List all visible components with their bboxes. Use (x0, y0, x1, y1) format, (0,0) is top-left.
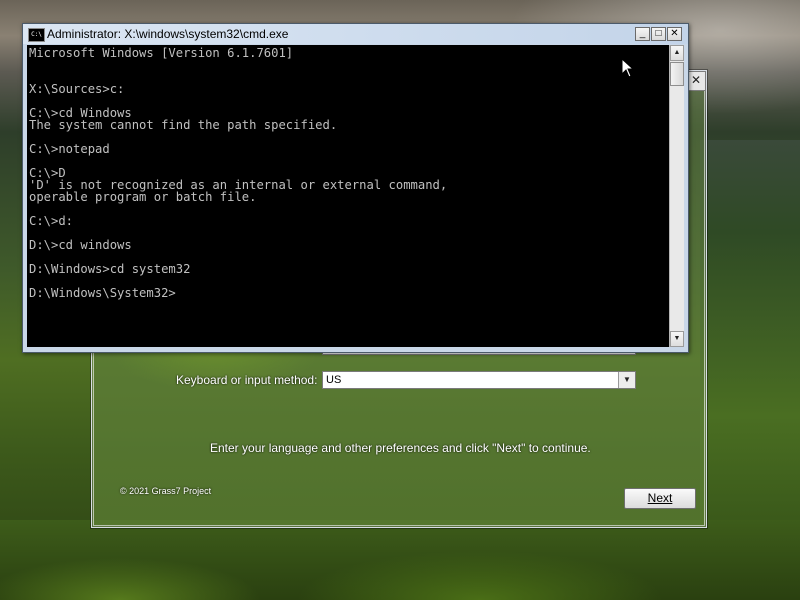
setup-close-button[interactable]: ✕ (686, 71, 706, 91)
console-line: D:\>cd windows (29, 238, 132, 252)
keyboard-select[interactable]: US ▼ (322, 371, 636, 389)
console-line: operable program or batch file. (29, 190, 257, 204)
background-forest (0, 520, 800, 600)
cmd-window[interactable]: C:\ Administrator: X:\windows\system32\c… (22, 23, 689, 353)
console-text: Microsoft Windows [Version 6.1.7601] X:\… (27, 45, 669, 299)
close-button[interactable]: ✕ (667, 27, 682, 41)
console-line: X:\Sources>c: (29, 82, 125, 96)
console-line: C:\>d: (29, 214, 74, 228)
next-button[interactable]: Next (624, 488, 696, 509)
vertical-scrollbar[interactable]: ▲ ▼ (669, 45, 684, 347)
console-line: C:\>notepad (29, 142, 110, 156)
minimize-button[interactable]: _ (635, 27, 650, 41)
keyboard-label: Keyboard or input method: (176, 373, 318, 387)
scroll-thumb[interactable] (670, 62, 684, 86)
console-line: D:\Windows>cd system32 (29, 262, 191, 276)
cmd-title: Administrator: X:\windows\system32\cmd.e… (47, 27, 289, 41)
arrow-cursor-icon (621, 58, 635, 78)
maximize-button[interactable]: □ (651, 27, 666, 41)
console-line: Microsoft Windows [Version 6.1.7601] (29, 46, 294, 60)
keyboard-row: Keyboard or input method: (176, 370, 321, 390)
instruction-text: Enter your language and other preference… (210, 441, 591, 455)
scroll-down-icon[interactable]: ▼ (670, 331, 684, 347)
console-line: The system cannot find the path specifie… (29, 118, 338, 132)
next-button-label: Next (647, 491, 673, 505)
console-icon[interactable]: C:\ (28, 28, 45, 42)
copyright-text: © 2021 Grass7 Project (120, 486, 212, 496)
keyboard-select-value: US (326, 374, 342, 386)
console-line: D:\Windows\System32> (29, 286, 176, 300)
scroll-up-icon[interactable]: ▲ (670, 45, 684, 61)
cmd-titlebar[interactable]: C:\ Administrator: X:\windows\system32\c… (23, 24, 688, 44)
chevron-down-icon[interactable]: ▼ (618, 372, 635, 388)
console-output[interactable]: Microsoft Windows [Version 6.1.7601] X:\… (27, 45, 669, 347)
